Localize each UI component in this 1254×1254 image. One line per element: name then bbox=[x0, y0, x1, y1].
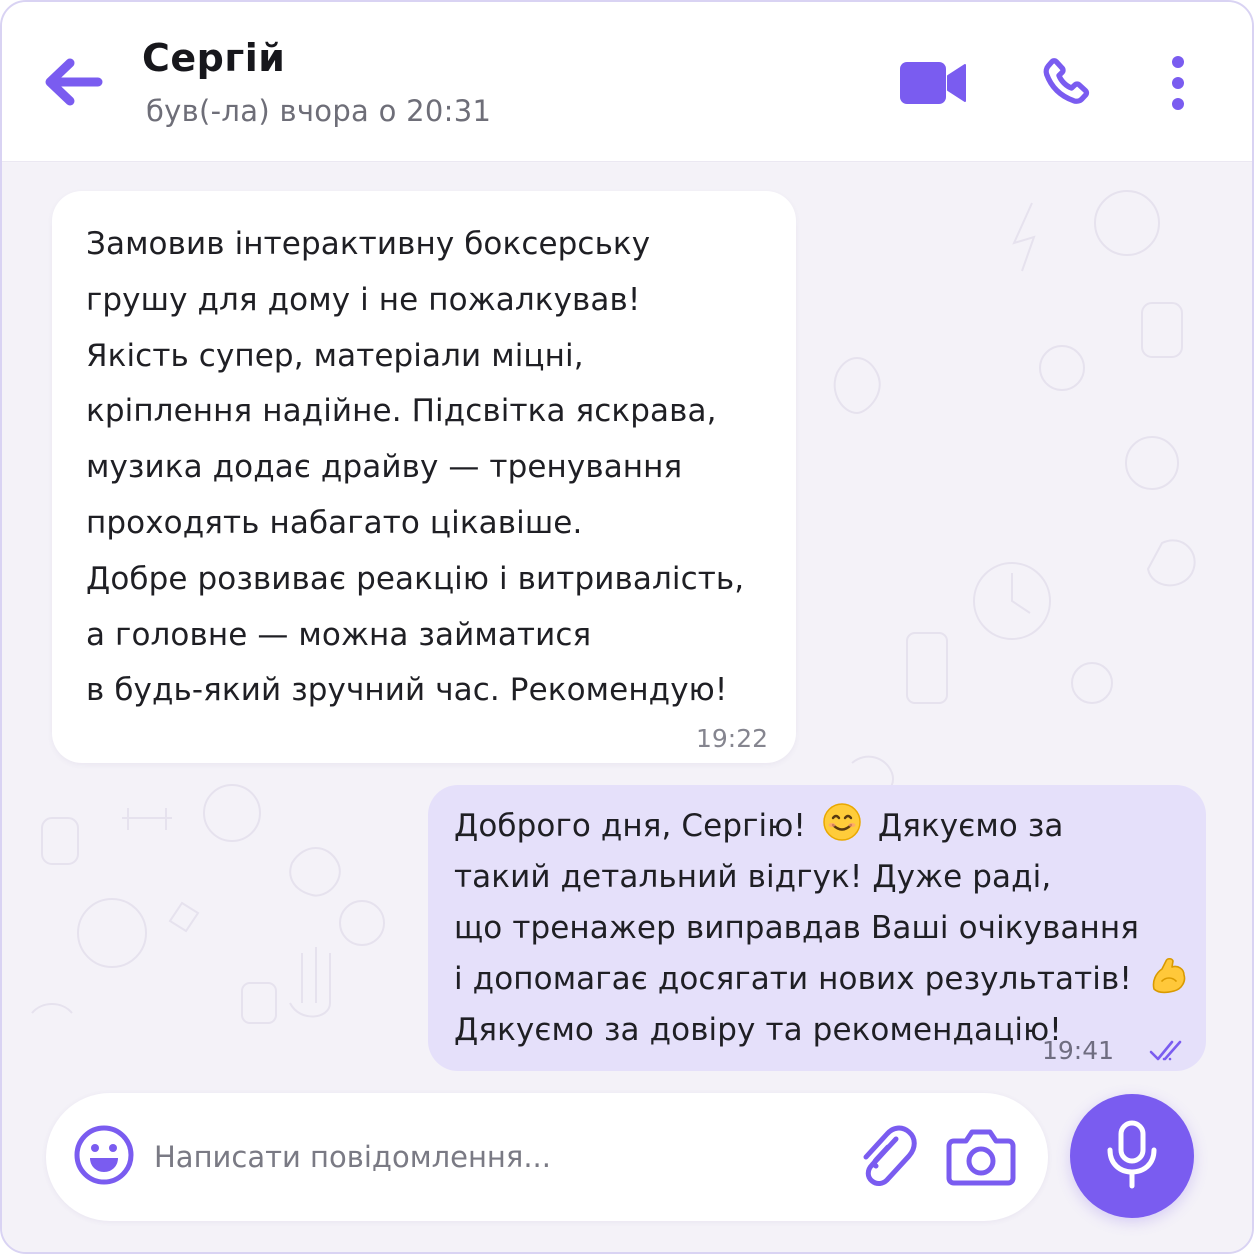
message-line: грушу для дому і не пожалкував! bbox=[86, 281, 641, 318]
last-seen-status: був(-ла) вчора о 20:31 bbox=[146, 94, 492, 128]
contact-name[interactable]: Сергій bbox=[142, 36, 285, 80]
flexed-biceps-emoji bbox=[1152, 957, 1186, 994]
message-line: проходять набагато цікавіше. bbox=[86, 504, 583, 541]
message-line: такий детальний відгук! Дуже раді, bbox=[454, 859, 1052, 895]
smile-icon bbox=[74, 1125, 134, 1185]
more-options-button[interactable] bbox=[1160, 54, 1196, 112]
emoji-button[interactable] bbox=[72, 1123, 136, 1187]
message-line: Якість супер, матеріали міцні, bbox=[86, 337, 584, 374]
back-arrow-icon bbox=[45, 58, 103, 106]
message-line: що тренажер виправдав Ваші очікування bbox=[454, 910, 1140, 946]
message-timestamp: 19:22 bbox=[695, 724, 768, 753]
phone-icon bbox=[1043, 58, 1090, 104]
paperclip-icon bbox=[863, 1125, 917, 1186]
message-line: Добре розвиває реакцію і витривалість, bbox=[86, 560, 745, 597]
message-line: Замовив інтерактивну боксерську bbox=[86, 226, 651, 262]
smiling-face-emoji bbox=[823, 803, 861, 841]
message-line: музика додає драйву — тренування bbox=[86, 449, 683, 486]
voice-call-button[interactable] bbox=[1036, 54, 1094, 112]
microphone-icon bbox=[1107, 1120, 1157, 1189]
message-line: Доброго дня, Сергію! Дякуємо за bbox=[454, 801, 1194, 852]
chat-header: Сергій був(-ла) вчора о 20:31 bbox=[2, 2, 1252, 162]
back-button[interactable] bbox=[40, 54, 104, 110]
camera-icon bbox=[946, 1129, 1016, 1186]
message-input[interactable] bbox=[154, 1127, 834, 1187]
incoming-message[interactable]: Замовив інтерактивну боксерську грушу дл… bbox=[52, 191, 796, 763]
outgoing-message[interactable]: Доброго дня, Сергію! Дякуємо за такий де… bbox=[428, 785, 1206, 1071]
video-camera-icon bbox=[900, 62, 966, 104]
chat-window: Сергій був(-ла) вчора о 20:31 Замовив ін… bbox=[0, 0, 1254, 1254]
message-composer bbox=[46, 1093, 1048, 1221]
outgoing-message-text: Доброго дня, Сергію! Дякуємо за такий де… bbox=[454, 801, 1194, 1056]
message-line: і допомагає досягати нових результатів! bbox=[454, 954, 1194, 1005]
incoming-message-text: Замовив інтерактивну боксерську грушу дл… bbox=[86, 217, 786, 719]
message-line: в будь-який зручний час. Рекомендую! bbox=[86, 672, 728, 709]
message-fragment: Доброго дня, Сергію! bbox=[454, 808, 806, 844]
camera-button[interactable] bbox=[946, 1125, 1016, 1187]
more-vertical-icon bbox=[1172, 56, 1184, 110]
message-fragment: і допомагає досягати нових результатів! bbox=[454, 961, 1132, 997]
message-list[interactable]: Замовив інтерактивну боксерську грушу дл… bbox=[2, 163, 1252, 1093]
voice-message-button[interactable] bbox=[1070, 1094, 1194, 1218]
double-check-read-icon bbox=[1149, 1040, 1182, 1061]
message-line: а головне — можна займатися bbox=[86, 616, 592, 653]
video-call-button[interactable] bbox=[898, 58, 968, 108]
message-line: кріплення надійне. Підсвітка яскрава, bbox=[86, 393, 717, 430]
message-timestamp: 19:41 bbox=[1041, 1036, 1114, 1065]
attach-button[interactable] bbox=[854, 1123, 918, 1189]
message-fragment: Дякуємо за bbox=[877, 808, 1064, 844]
